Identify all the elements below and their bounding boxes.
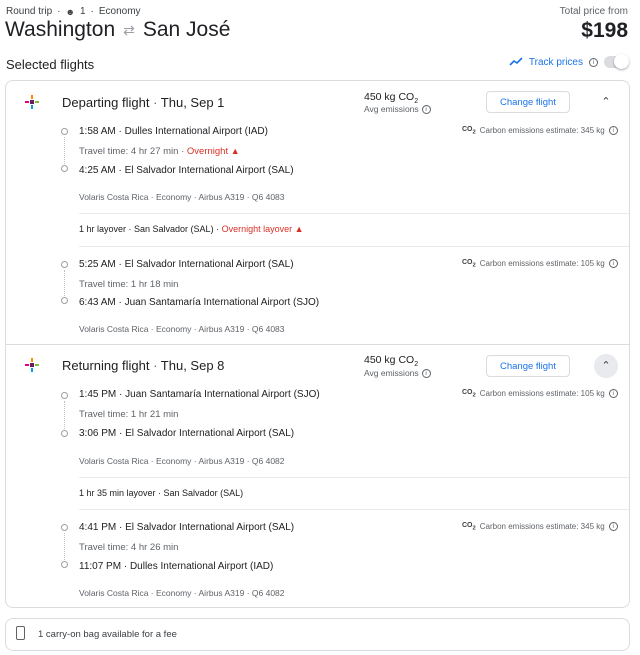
trip-type-label[interactable]: Round trip	[6, 6, 52, 17]
co2-icon: CO2	[462, 259, 476, 269]
total-price: $198	[581, 19, 628, 42]
segment-line	[64, 137, 65, 164]
arrival-dot	[61, 165, 68, 172]
warning-triangle-icon: ▲	[230, 146, 240, 156]
departing-flight-title: Departing flight · Thu, Sep 1	[62, 95, 225, 110]
arrival-dot	[61, 430, 68, 437]
divider	[79, 246, 629, 247]
trip-meta: Round trip · ☻ 1 · Economy	[6, 6, 141, 17]
dep-seg2-co2: CO2 Carbon emissions estimate: 105 kg i	[462, 259, 618, 268]
warning-triangle-icon: ▲	[294, 224, 304, 234]
dep-seg1-co2: CO2 Carbon emissions estimate: 345 kg i	[462, 126, 618, 135]
selected-flights-title: Selected flights	[6, 57, 95, 72]
ret-seg1-co2: CO2 Carbon emissions estimate: 105 kg i	[462, 389, 618, 398]
volaris-logo-icon	[25, 358, 39, 372]
departing-emissions-label: Avg emissions i	[364, 104, 431, 114]
info-icon[interactable]: i	[589, 57, 598, 67]
arrival-dot	[61, 561, 68, 568]
co2-icon: CO2	[462, 126, 476, 136]
dep-seg2-arrival: 6:43 AM · Juan Santamaría International …	[79, 297, 320, 308]
divider	[79, 213, 629, 214]
segment-line	[64, 533, 65, 560]
departing-layover: 1 hr layover · San Salvador (SAL) · Over…	[79, 224, 304, 234]
departing-date: Thu, Sep 1	[160, 95, 225, 110]
ret-seg1-details: Volaris Costa Rica · Economy · Airbus A3…	[79, 456, 285, 466]
track-prices-label[interactable]: Track prices	[529, 57, 583, 68]
ret-seg2-departure: 4:41 PM · El Salvador International Airp…	[79, 522, 295, 533]
returning-emissions-label: Avg emissions i	[364, 368, 431, 378]
info-icon[interactable]: i	[421, 368, 431, 378]
departing-avg-emissions: 450 kg CO2	[364, 91, 419, 106]
co2-icon: CO2	[462, 389, 476, 399]
route-heading: Washington ⇄ San José	[5, 18, 230, 42]
ret-seg1-departure: 1:45 PM · Juan Santamaría International …	[79, 389, 320, 400]
destination-city: San José	[142, 18, 231, 41]
dep-seg1-details: Volaris Costa Rica · Economy · Airbus A3…	[79, 192, 285, 202]
track-prices[interactable]: Track prices i	[509, 54, 629, 69]
price-label: Total price from	[559, 6, 628, 17]
info-icon[interactable]: i	[421, 104, 431, 114]
info-icon[interactable]: i	[608, 259, 618, 269]
chevron-up-icon[interactable]: ⌃	[598, 95, 614, 108]
returning-flight-title: Returning flight · Thu, Sep 8	[62, 358, 225, 373]
departure-dot	[61, 128, 68, 135]
ret-seg2-arrival: 11:07 PM · Dulles International Airport …	[79, 561, 274, 572]
returning-date: Thu, Sep 8	[160, 358, 225, 373]
overnight-label: Overnight	[186, 146, 229, 157]
cabin-class-label[interactable]: Economy	[99, 6, 141, 17]
dep-seg1-arrival: 4:25 AM · El Salvador International Airp…	[79, 165, 294, 176]
overnight-layover-label: Overnight layover	[221, 224, 293, 234]
person-icon: ☻	[65, 6, 75, 17]
departing-change-flight-button[interactable]: Change flight	[486, 91, 570, 113]
baggage-text: 1 carry-on bag available for a fee	[38, 629, 177, 640]
chevron-up-icon[interactable]: ⌃	[594, 354, 618, 378]
info-icon[interactable]: i	[608, 126, 618, 136]
ret-seg1-arrival: 3:06 PM · El Salvador International Airp…	[79, 428, 295, 439]
card-divider	[5, 344, 630, 345]
track-prices-toggle[interactable]	[604, 54, 629, 69]
returning-avg-emissions: 450 kg CO2	[364, 354, 419, 369]
dep-seg1-departure: 1:58 AM · Dulles International Airport (…	[79, 126, 268, 137]
passenger-count[interactable]: 1	[80, 6, 86, 17]
divider	[79, 509, 629, 510]
dep-seg2-departure: 5:25 AM · El Salvador International Airp…	[79, 259, 294, 270]
ret-seg2-travel-time: Travel time: 4 hr 26 min	[79, 542, 179, 553]
departure-dot	[61, 392, 68, 399]
dep-seg1-travel-time: Travel time: 4 hr 27 min · Overnight ▲	[79, 146, 240, 157]
returning-layover: 1 hr 35 min layover · San Salvador (SAL)	[79, 488, 244, 498]
dep-seg2-travel-time: Travel time: 1 hr 18 min	[79, 279, 179, 290]
returning-change-flight-button[interactable]: Change flight	[486, 355, 570, 377]
origin-city: Washington	[5, 18, 116, 41]
carry-on-bag-icon	[16, 626, 25, 640]
divider	[79, 477, 629, 478]
arrival-dot	[61, 297, 68, 304]
segment-line	[64, 401, 65, 429]
trend-line-icon	[509, 57, 523, 66]
departure-dot	[61, 524, 68, 531]
ret-seg1-travel-time: Travel time: 1 hr 21 min	[79, 409, 179, 420]
info-icon[interactable]: i	[608, 522, 618, 532]
volaris-logo-icon	[25, 95, 39, 109]
ret-seg2-details: Volaris Costa Rica · Economy · Airbus A3…	[79, 588, 285, 598]
segment-line	[64, 270, 65, 296]
co2-icon: CO2	[462, 522, 476, 532]
info-icon[interactable]: i	[608, 389, 618, 399]
dep-seg2-details: Volaris Costa Rica · Economy · Airbus A3…	[79, 324, 285, 334]
swap-arrows-icon: ⇄	[123, 21, 135, 38]
ret-seg2-co2: CO2 Carbon emissions estimate: 345 kg i	[462, 522, 618, 531]
departure-dot	[61, 261, 68, 268]
